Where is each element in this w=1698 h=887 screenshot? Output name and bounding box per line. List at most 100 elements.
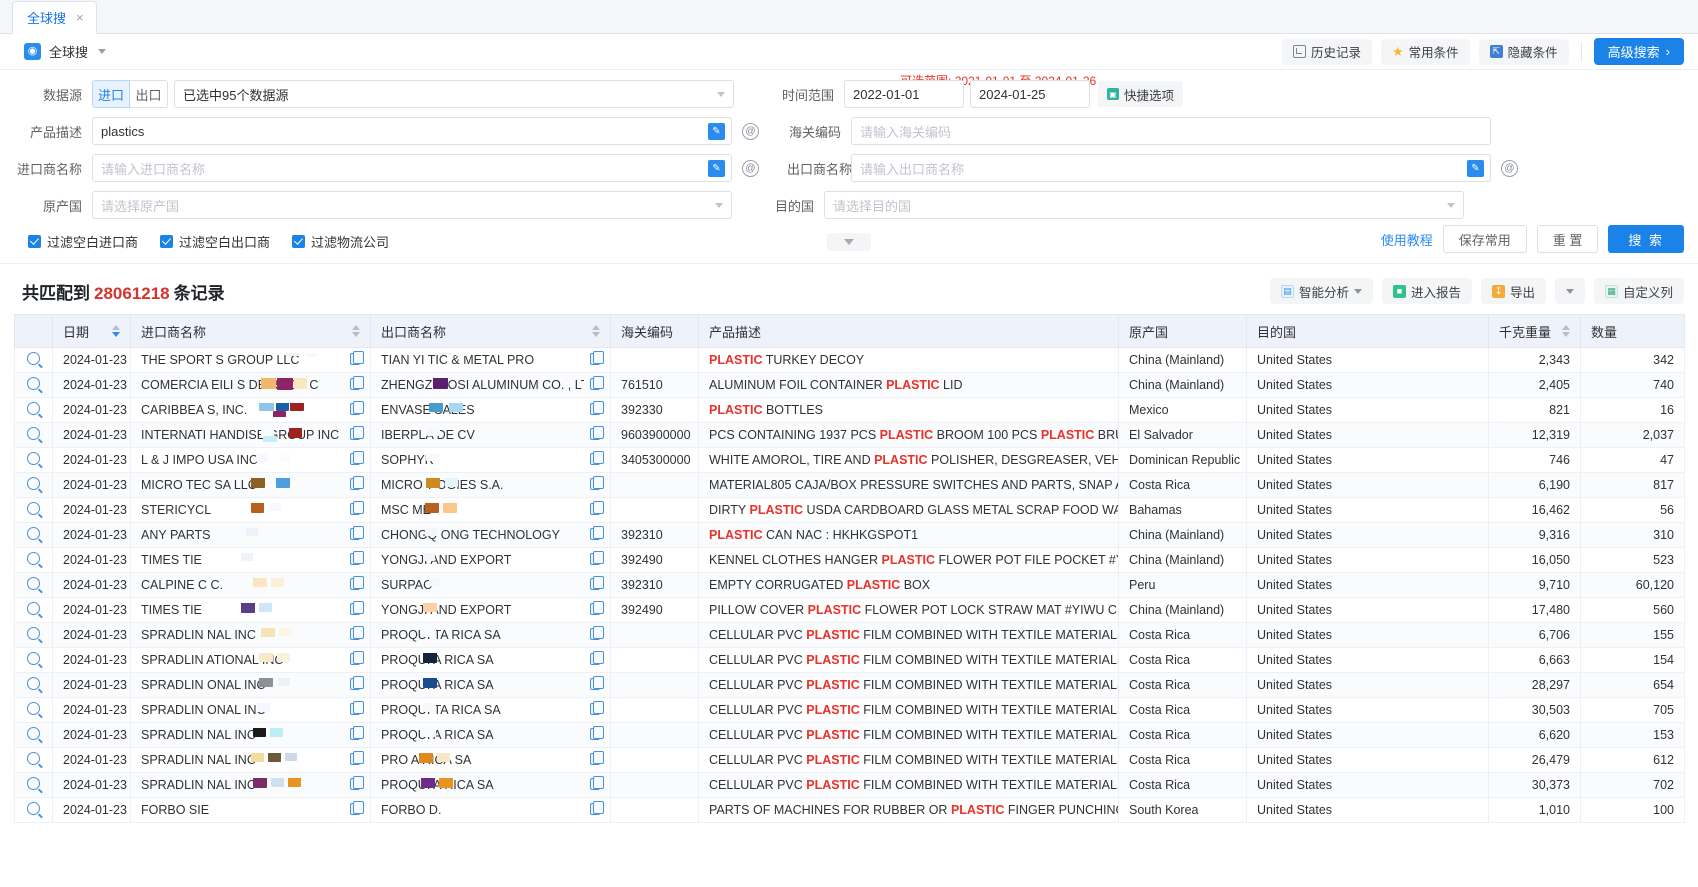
view-detail-icon[interactable] bbox=[27, 477, 40, 490]
copy-importer-wrap[interactable] bbox=[350, 725, 364, 743]
copy-exporter-wrap[interactable] bbox=[590, 450, 604, 468]
segment-export[interactable]: 出口 bbox=[130, 80, 168, 108]
copy-exporter-wrap[interactable] bbox=[590, 375, 604, 393]
copy-icon[interactable] bbox=[350, 425, 364, 440]
copy-icon[interactable] bbox=[350, 575, 364, 590]
smart-analysis-button[interactable]: ▤ 智能分析 bbox=[1269, 278, 1373, 304]
cell-view[interactable] bbox=[14, 797, 53, 823]
copy-exporter-wrap[interactable] bbox=[590, 750, 604, 768]
view-detail-icon[interactable] bbox=[27, 402, 40, 415]
export-button[interactable]: ↧ 导出 bbox=[1480, 278, 1546, 304]
copy-icon[interactable] bbox=[350, 775, 364, 790]
table-row[interactable]: 2024-01-23 L & J IMPO USA INC SOPHYR 340… bbox=[14, 447, 1685, 473]
cell-view[interactable] bbox=[14, 422, 53, 448]
copy-icon[interactable] bbox=[350, 375, 364, 390]
reset-button[interactable]: 重 置 bbox=[1536, 225, 1599, 253]
copy-icon[interactable] bbox=[590, 500, 604, 515]
cell-view[interactable] bbox=[14, 572, 53, 598]
view-detail-icon[interactable] bbox=[27, 627, 40, 640]
date-from-input[interactable]: 2022-01-01 bbox=[844, 80, 964, 108]
table-row[interactable]: 2024-01-23 THE SPORT S GROUP LLC TIAN YI… bbox=[14, 347, 1685, 373]
copy-icon[interactable] bbox=[590, 450, 604, 465]
view-detail-icon[interactable] bbox=[27, 602, 40, 615]
copy-icon[interactable] bbox=[590, 400, 604, 415]
copy-importer-wrap[interactable] bbox=[350, 475, 364, 493]
copy-exporter-wrap[interactable] bbox=[590, 775, 604, 793]
table-row[interactable]: 2024-01-23 INTERNATI HANDISE GROUP INC I… bbox=[14, 422, 1685, 448]
copy-importer-wrap[interactable] bbox=[350, 775, 364, 793]
copy-importer-wrap[interactable] bbox=[350, 400, 364, 418]
sort-toggle-date[interactable] bbox=[112, 325, 120, 337]
copy-icon[interactable] bbox=[590, 700, 604, 715]
expand-editor-icon[interactable]: ✎ bbox=[708, 160, 725, 177]
copy-icon[interactable] bbox=[590, 475, 604, 490]
origin-country-select[interactable]: 请选择原产国 bbox=[92, 191, 732, 219]
view-detail-icon[interactable] bbox=[27, 777, 40, 790]
save-favorite-button[interactable]: 保存常用 bbox=[1442, 225, 1527, 253]
copy-icon[interactable] bbox=[350, 500, 364, 515]
copy-importer-wrap[interactable] bbox=[350, 425, 364, 443]
view-detail-icon[interactable] bbox=[27, 377, 40, 390]
copy-icon[interactable] bbox=[590, 625, 604, 640]
cell-view[interactable] bbox=[14, 647, 53, 673]
table-row[interactable]: 2024-01-23 CALPINE C C. SURPAC 392310 EM… bbox=[14, 572, 1685, 598]
quick-options-button[interactable]: ▣ 快捷选项 bbox=[1098, 81, 1184, 107]
cell-view[interactable] bbox=[14, 622, 53, 648]
copy-importer-wrap[interactable] bbox=[350, 650, 364, 668]
hide-conditions-button[interactable]: ⇱ 隐藏条件 bbox=[1478, 38, 1569, 65]
view-detail-icon[interactable] bbox=[27, 577, 40, 590]
view-detail-icon[interactable] bbox=[27, 527, 40, 540]
collapse-form-button[interactable] bbox=[827, 232, 871, 251]
copy-icon[interactable] bbox=[350, 650, 364, 665]
copy-exporter-wrap[interactable] bbox=[590, 675, 604, 693]
cell-view[interactable] bbox=[14, 697, 53, 723]
advanced-search-button[interactable]: 高级搜索 › bbox=[1593, 38, 1684, 65]
cell-view[interactable] bbox=[14, 347, 53, 373]
table-row[interactable]: 2024-01-23 TIMES TIE YONGJI AND EXPORT 3… bbox=[14, 597, 1685, 623]
th-date[interactable]: 日期 bbox=[52, 314, 131, 348]
cell-view[interactable] bbox=[14, 722, 53, 748]
copy-exporter-wrap[interactable] bbox=[590, 550, 604, 568]
tab-global-search[interactable]: 全球搜 × bbox=[12, 1, 97, 34]
copy-exporter-wrap[interactable] bbox=[590, 475, 604, 493]
copy-importer-wrap[interactable] bbox=[350, 525, 364, 543]
exporter-name-help-icon[interactable]: @ bbox=[1501, 159, 1518, 177]
exporter-name-input[interactable]: 请输入出口商名称 ✎ bbox=[851, 154, 1491, 182]
table-row[interactable]: 2024-01-23 FORBO SIE FORBO D. PARTS OF M… bbox=[14, 797, 1685, 823]
copy-icon[interactable] bbox=[350, 750, 364, 765]
copy-icon[interactable] bbox=[590, 350, 604, 365]
dest-country-select[interactable]: 请选择目的国 bbox=[824, 191, 1464, 219]
table-row[interactable]: 2024-01-23 SPRADLIN NAL INC PRO A RICA S… bbox=[14, 747, 1685, 773]
importer-name-input[interactable]: 请输入进口商名称 ✎ bbox=[92, 154, 732, 182]
copy-icon[interactable] bbox=[590, 675, 604, 690]
cell-view[interactable] bbox=[14, 447, 53, 473]
copy-icon[interactable] bbox=[350, 550, 364, 565]
table-row[interactable]: 2024-01-23 STERICYCL MSC ME DIRTY PLASTI… bbox=[14, 497, 1685, 523]
cell-view[interactable] bbox=[14, 522, 53, 548]
table-row[interactable]: 2024-01-23 SPRADLIN ONAL INC PROQUI A RI… bbox=[14, 672, 1685, 698]
expand-editor-icon[interactable]: ✎ bbox=[708, 123, 725, 140]
enter-report-button[interactable]: ■ 进入报告 bbox=[1381, 278, 1472, 304]
cell-view[interactable] bbox=[14, 547, 53, 573]
chevron-down-icon[interactable] bbox=[98, 49, 107, 54]
sort-toggle-exporter[interactable] bbox=[592, 325, 600, 337]
copy-exporter-wrap[interactable] bbox=[590, 575, 604, 593]
table-row[interactable]: 2024-01-23 SPRADLIN ATIONAL INC PROQUI A… bbox=[14, 647, 1685, 673]
copy-icon[interactable] bbox=[350, 450, 364, 465]
view-detail-icon[interactable] bbox=[27, 552, 40, 565]
search-button[interactable]: 搜 索 bbox=[1608, 225, 1684, 253]
cell-view[interactable] bbox=[14, 397, 53, 423]
tutorial-link[interactable]: 使用教程 bbox=[1381, 230, 1433, 249]
cell-view[interactable] bbox=[14, 497, 53, 523]
view-detail-icon[interactable] bbox=[27, 677, 40, 690]
copy-icon[interactable] bbox=[350, 675, 364, 690]
copy-exporter-wrap[interactable] bbox=[590, 700, 604, 718]
view-detail-icon[interactable] bbox=[27, 802, 40, 815]
copy-icon[interactable] bbox=[350, 600, 364, 615]
copy-importer-wrap[interactable] bbox=[350, 575, 364, 593]
copy-importer-wrap[interactable] bbox=[350, 350, 364, 368]
view-detail-icon[interactable] bbox=[27, 727, 40, 740]
checkbox-filter-blank-importer[interactable]: 过滤空白进口商 bbox=[28, 232, 138, 251]
copy-exporter-wrap[interactable] bbox=[590, 800, 604, 818]
product-desc-input[interactable]: plastics ✎ bbox=[92, 117, 732, 145]
